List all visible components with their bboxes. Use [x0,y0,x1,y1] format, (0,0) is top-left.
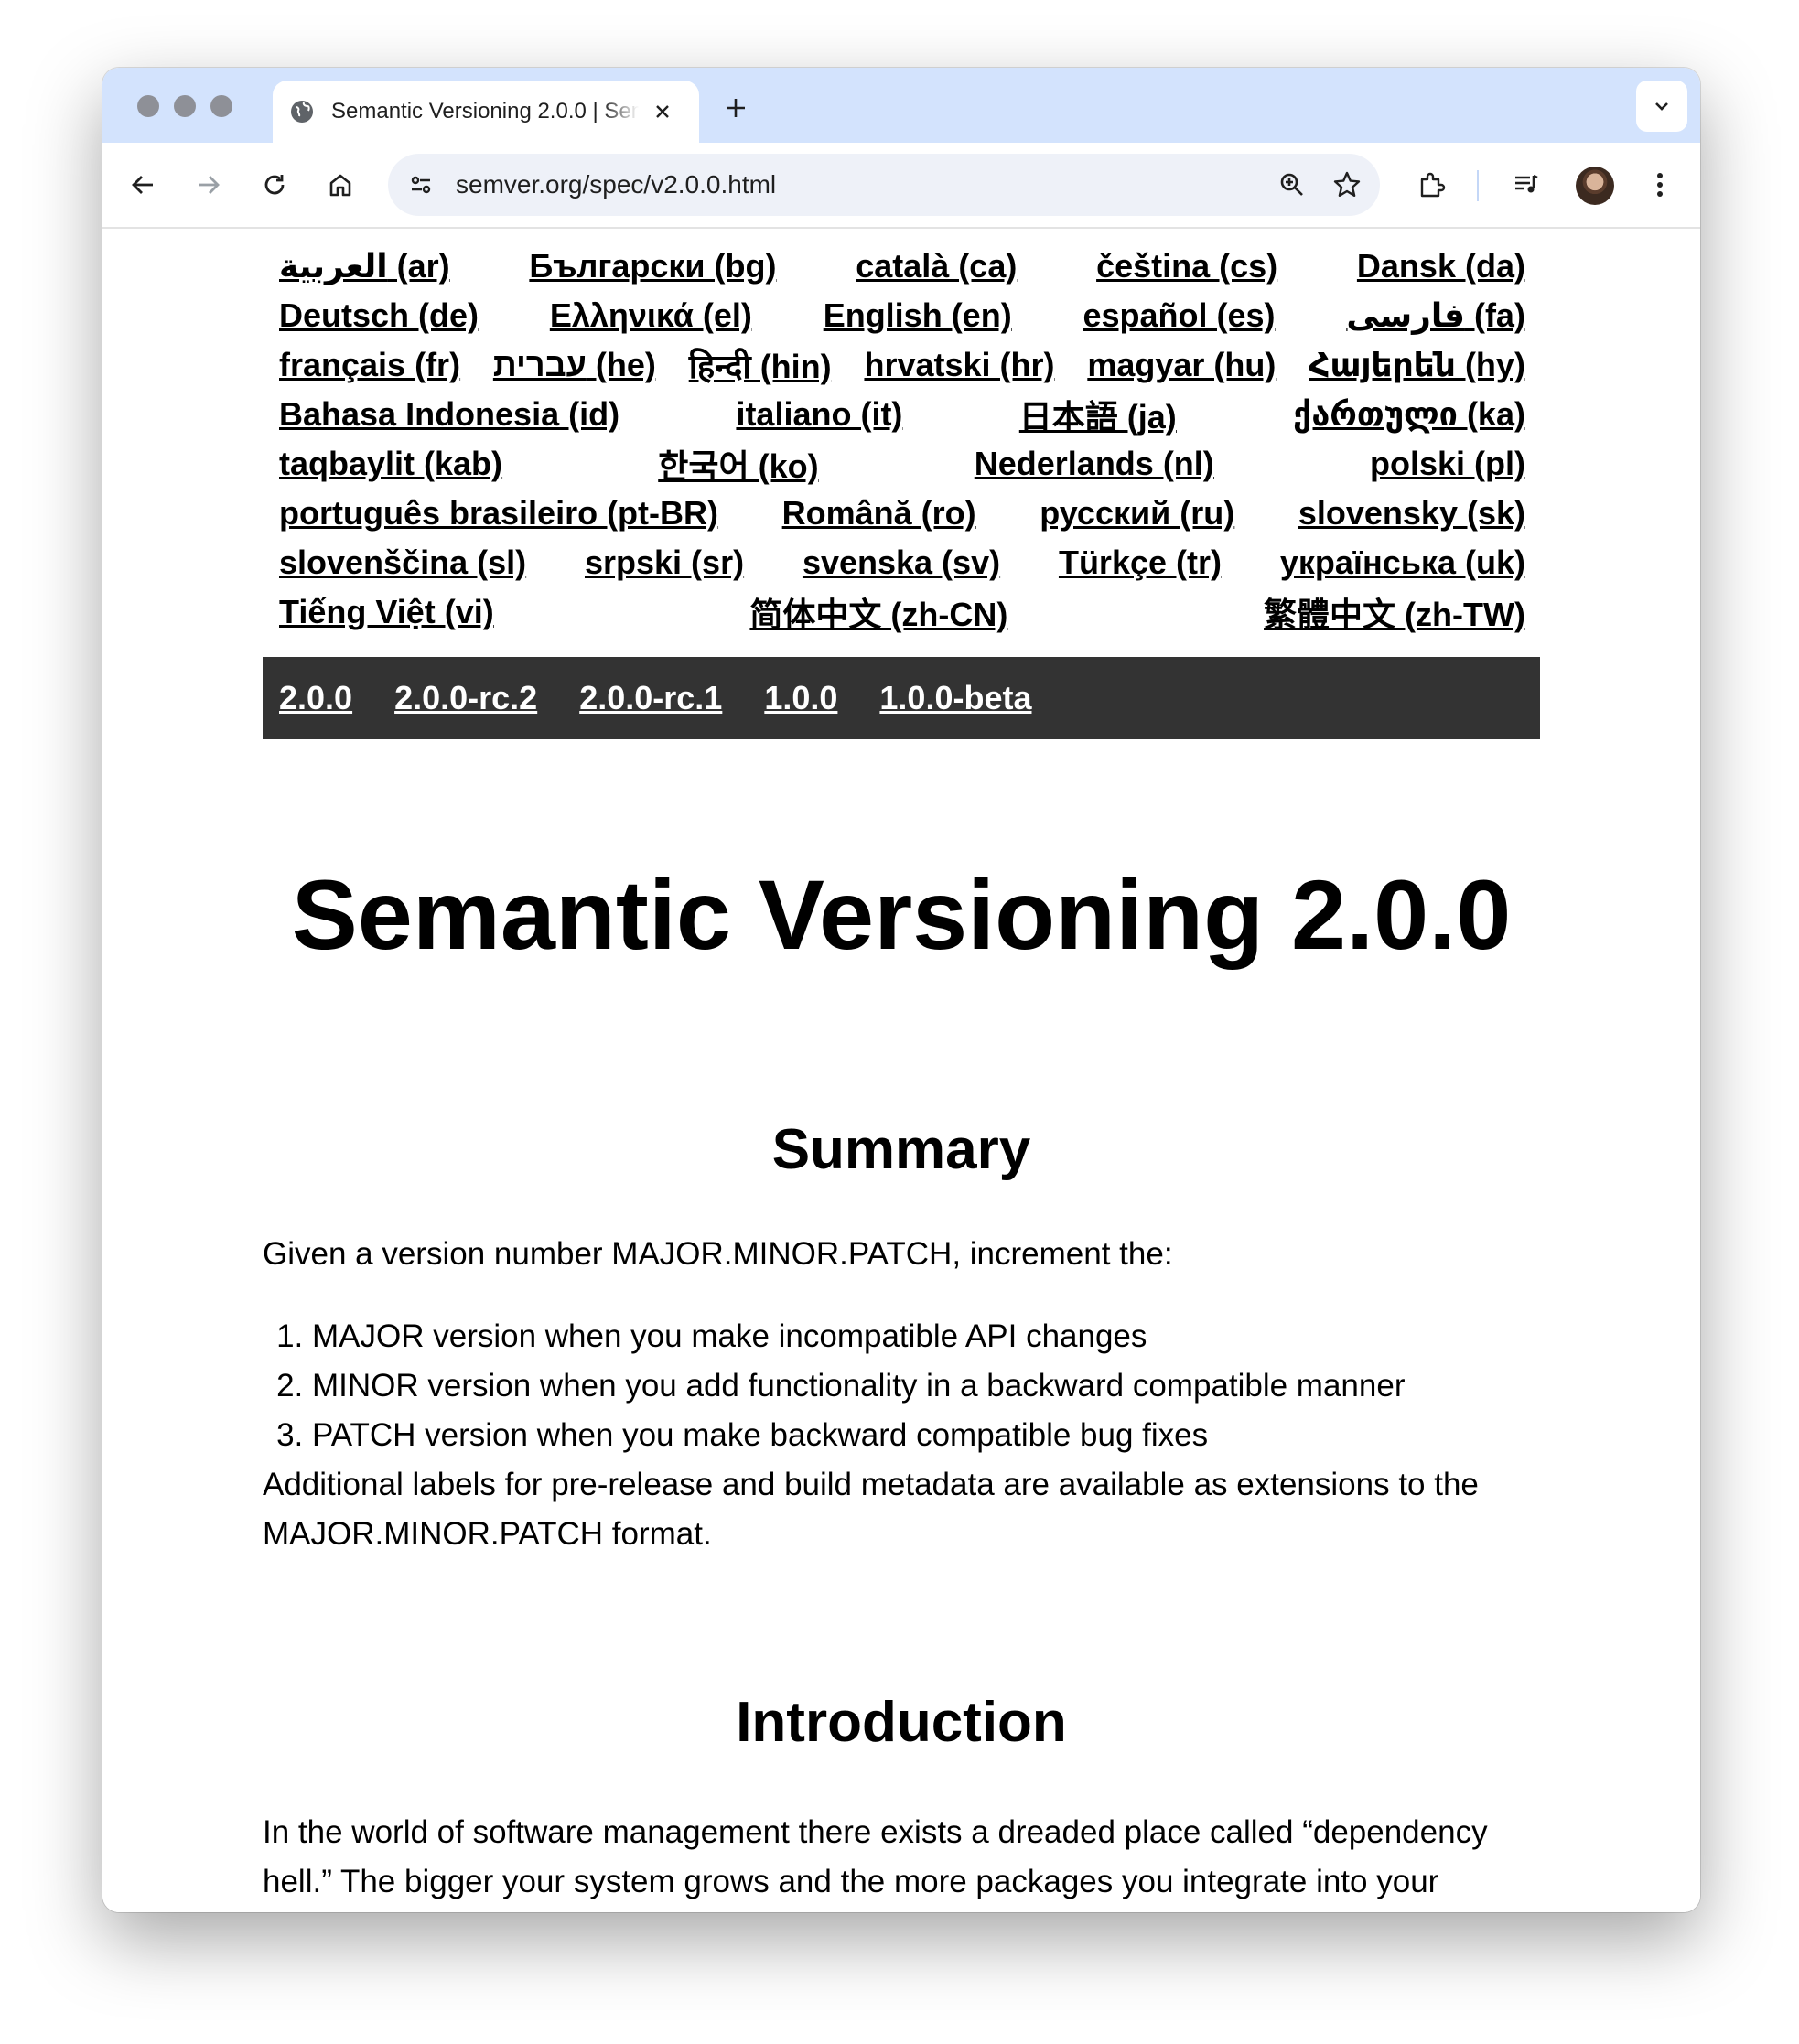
version-nav: 2.0.0 2.0.0-rc.2 2.0.0-rc.1 1.0.0 1.0.0-beta [263,657,1540,739]
language-link[interactable]: العربية (ar) [279,247,450,285]
language-link[interactable]: srpski (sr) [585,543,744,582]
language-link[interactable]: فارسی (fa) [1346,296,1525,335]
media-controls-button[interactable] [1504,163,1548,207]
language-row: Deutsch (de) Ελληνικά (el) English (en) esp… [279,291,1525,340]
home-button[interactable] [318,163,362,207]
language-link[interactable]: English (en) [824,296,1012,335]
language-link[interactable]: ქართული (ka) [1293,395,1525,434]
forward-button[interactable] [187,163,231,207]
profile-avatar[interactable] [1576,167,1614,205]
language-link[interactable]: русский (ru) [1040,494,1234,533]
language-link[interactable]: Română (ro) [782,494,976,533]
introduction-heading: Introduction [736,1691,1067,1754]
language-link[interactable]: slovensky (sk) [1298,494,1525,533]
back-button[interactable] [121,163,165,207]
language-link[interactable]: català (ca) [856,247,1017,285]
tab-search-button[interactable] [1636,81,1687,132]
language-link[interactable]: 简体中文 (zh-CN) [749,588,1007,636]
zoom-window-button[interactable] [210,95,232,117]
language-link[interactable]: Ελληνικά (el) [550,296,752,335]
browser-window: Semantic Versioning 2.0.0 | Semantic Ver… [102,68,1700,1912]
page-viewport: العربية (ar) Български (bg) català (ca) češ… [102,229,1700,1912]
minimize-window-button[interactable] [174,95,196,117]
summary-heading: Summary [771,1118,1031,1181]
puzzle-icon [1420,172,1446,198]
version-link[interactable]: 2.0.0 [279,679,352,717]
language-link[interactable]: Türkçe (tr) [1059,543,1222,582]
language-link[interactable]: Deutsch (de) [279,296,479,335]
introduction-text: In the world of software management ther… [263,1814,1488,1899]
language-link[interactable]: Հայերեն (hy) [1309,346,1525,384]
arrow-left-icon [132,176,153,194]
list-item: MAJOR version when you make incompatible… [312,1312,1540,1361]
arrow-right-icon [199,176,220,194]
language-link[interactable]: עברית (he) [493,346,656,384]
zoom-icon[interactable] [1270,163,1314,207]
summary-extra: Additional labels for pre-release and bu… [263,1467,1479,1552]
tab-title: Semantic Versioning 2.0.0 | Semantic Ver… [331,99,639,124]
site-info-icon[interactable] [401,165,441,205]
url-text[interactable]: semver.org/spec/v2.0.0.html [456,170,1270,199]
active-tab[interactable]: Semantic Versioning 2.0.0 | Semantic Ver… [273,81,699,143]
menu-button[interactable] [1638,163,1682,207]
version-link[interactable]: 1.0.0 [764,679,837,717]
close-icon[interactable] [650,99,675,124]
list-item: MINOR version when you add functionality… [312,1361,1540,1411]
language-link[interactable]: čeština (cs) [1096,247,1277,285]
version-link[interactable]: 1.0.0-beta [879,679,1031,717]
language-link[interactable]: español (es) [1083,296,1275,335]
browser-toolbar: semver.org/spec/v2.0.0.html [102,143,1700,229]
language-link[interactable]: Tiếng Việt (vi) [279,593,494,631]
chevron-down-icon [1655,102,1668,111]
reload-icon [264,175,285,195]
kebab-menu-icon [1657,173,1663,197]
language-link[interactable]: 繁體中文 (zh-TW) [1264,588,1525,636]
version-link[interactable]: 2.0.0-rc.1 [579,679,722,717]
tab-strip: Semantic Versioning 2.0.0 | Semantic Ver… [102,68,1700,143]
language-link[interactable]: svenska (sv) [803,543,1000,582]
address-bar[interactable]: semver.org/spec/v2.0.0.html [388,154,1380,216]
language-link[interactable]: Bahasa Indonesia (id) [279,395,619,434]
language-row: slovenščina (sl) srpski (sr) svenska (sv) T… [279,538,1525,587]
language-link[interactable]: taqbaylit (kab) [279,445,502,483]
language-link[interactable]: português brasileiro (pt-BR) [279,494,718,533]
language-link[interactable]: hrvatski (hr) [864,346,1054,384]
language-link[interactable]: italiano (it) [736,395,902,434]
list-item: PATCH version when you make backward com… [312,1411,1540,1460]
language-link[interactable]: français (fr) [279,346,460,384]
language-row: taqbaylit (kab) 한국어 (ko) Nederlands (nl) po… [279,439,1525,489]
toolbar-divider [1477,170,1479,201]
window-controls [137,95,232,117]
language-link[interactable]: हिन्दी (hin) [689,343,832,388]
language-link[interactable]: Български (bg) [529,247,776,285]
summary-list: MAJOR version when you make incompatible… [263,1312,1540,1460]
version-link[interactable]: 2.0.0-rc.2 [394,679,537,717]
extensions-button[interactable] [1409,163,1453,207]
close-window-button[interactable] [137,95,159,117]
home-icon [329,174,351,197]
language-link[interactable]: українська (uk) [1280,543,1525,582]
language-link[interactable]: 日本語 (ja) [1019,391,1177,438]
language-links: العربية (ar) Български (bg) català (ca) češ… [279,242,1525,637]
language-link[interactable]: polski (pl) [1370,445,1525,483]
language-row: français (fr) עברית (he) हिन्दी (hin) hrvat… [279,340,1525,390]
playlist-icon [1515,174,1538,193]
language-row: العربية (ar) Български (bg) català (ca) češ… [279,242,1525,291]
summary-intro: Given a version number MAJOR.MINOR.PATCH… [263,1236,1173,1272]
bookmark-star-icon[interactable] [1325,163,1369,207]
page-content: العربية (ar) Български (bg) català (ca) češ… [263,229,1540,1912]
globe-icon [289,99,315,124]
reload-button[interactable] [253,163,296,207]
language-row: Bahasa Indonesia (id) italiano (it) 日本語 (j… [279,390,1525,439]
language-link[interactable]: magyar (hu) [1087,346,1276,384]
language-link[interactable]: Nederlands (nl) [975,445,1214,483]
language-row: Tiếng Việt (vi) 简体中文 (zh-CN) 繁體中文 (zh-TW) [279,587,1525,637]
language-link[interactable]: slovenščina (sl) [279,543,526,582]
language-row: português brasileiro (pt-BR) Română (ro) р… [279,489,1525,538]
language-link[interactable]: 한국어 (ko) [658,440,818,488]
new-tab-button[interactable] [717,90,754,126]
language-link[interactable]: Dansk (da) [1357,247,1525,285]
page-title: Semantic Versioning 2.0.0 [291,859,1512,970]
